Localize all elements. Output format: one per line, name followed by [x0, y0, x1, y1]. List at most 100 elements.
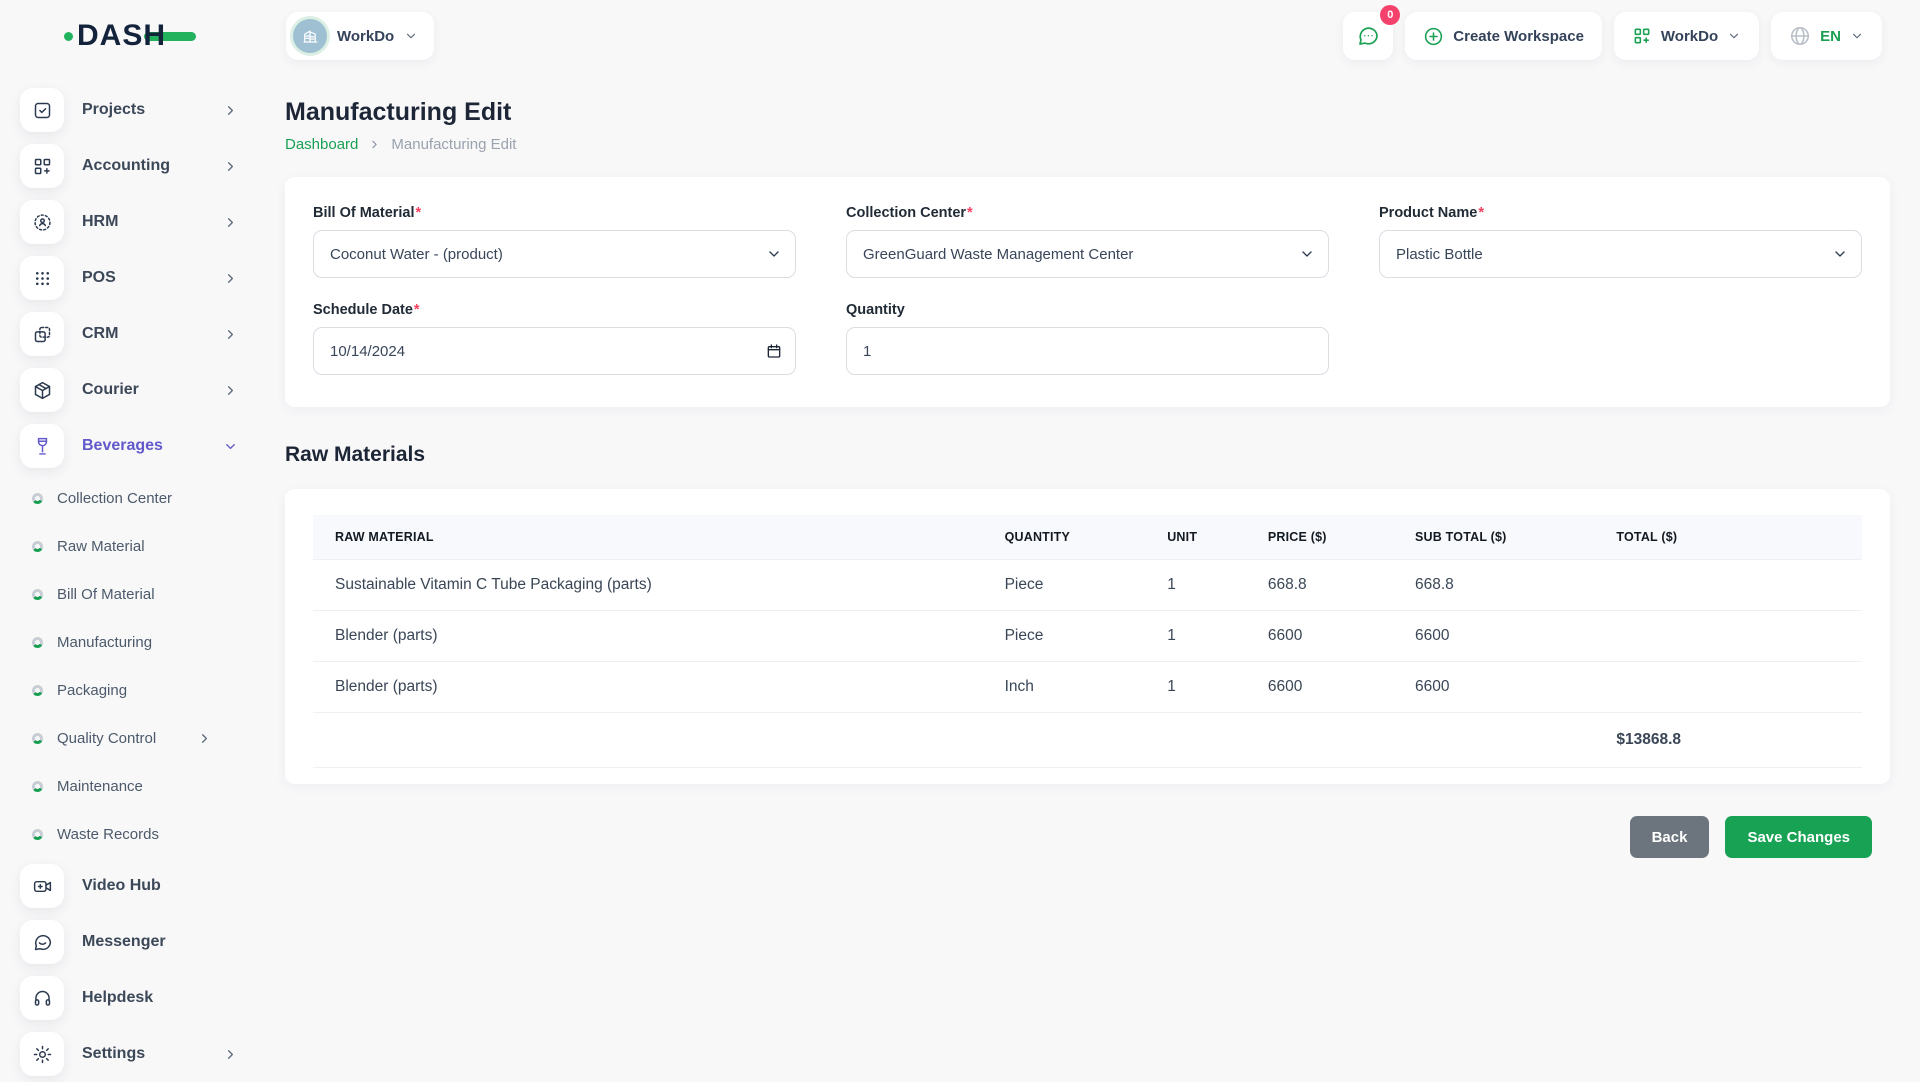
page-title: Manufacturing Edit [285, 98, 1890, 127]
product-name-select[interactable]: Plastic Bottle [1379, 230, 1862, 278]
submenu-item-packaging[interactable]: Packaging [20, 666, 238, 714]
submenu-item-collection-center[interactable]: Collection Center [20, 474, 238, 522]
language-code: EN [1820, 28, 1841, 45]
sidebar-item-helpdesk[interactable]: Helpdesk [20, 970, 238, 1026]
grand-total-value: $13868.8 [1606, 713, 1862, 768]
chevron-right-icon [223, 159, 238, 174]
sidebar-item-beverages[interactable]: Beverages [20, 418, 238, 474]
workspace-switcher[interactable]: WorkDo [286, 12, 434, 60]
cell-raw-material: Blender (parts) [313, 611, 995, 662]
column-header-sub-total: SUB TOTAL ($) [1405, 515, 1606, 560]
sidebar-item-video-hub[interactable]: Video Hub [20, 858, 238, 914]
chevron-down-icon [1727, 29, 1741, 43]
submenu-item-label: Quality Control [57, 730, 183, 747]
sidebar-item-courier[interactable]: Courier [20, 362, 238, 418]
cell-total [1606, 611, 1862, 662]
chevron-right-icon [223, 383, 238, 398]
sidebar-item-accounting[interactable]: Accounting [20, 138, 238, 194]
sidebar-item-label: Beverages [82, 437, 205, 455]
collection-center-label: Collection Center* [846, 205, 1329, 221]
chevron-right-icon [223, 271, 238, 286]
cell-total [1606, 662, 1862, 713]
cell-unit: 1 [1157, 611, 1258, 662]
sidebar-item-label: Video Hub [82, 877, 238, 895]
breadcrumb-dashboard-link[interactable]: Dashboard [285, 136, 358, 153]
messenger-chat-icon [20, 920, 64, 964]
beverages-submenu: Collection Center Raw Material Bill Of M… [20, 474, 238, 858]
sidebar-item-label: Accounting [82, 157, 205, 175]
submenu-item-label: Waste Records [57, 826, 238, 843]
sidebar-item-label: HRM [82, 213, 205, 231]
schedule-date-input[interactable] [313, 327, 796, 375]
sidebar-item-crm[interactable]: CRM [20, 306, 238, 362]
cell-raw-material: Blender (parts) [313, 662, 995, 713]
cell-sub-total: 668.8 [1405, 560, 1606, 611]
logo-text: DASH [77, 19, 166, 53]
submenu-item-waste-records[interactable]: Waste Records [20, 810, 238, 858]
sidebar-item-pos[interactable]: POS [20, 250, 238, 306]
video-camera-icon [20, 864, 64, 908]
submenu-bullet-icon [32, 541, 43, 552]
submenu-item-quality-control[interactable]: Quality Control [20, 714, 238, 762]
column-header-raw-material: RAW MATERIAL [313, 515, 995, 560]
sidebar-item-messenger[interactable]: Messenger [20, 914, 238, 970]
workdo-menu-label: WorkDo [1661, 28, 1718, 45]
submenu-bullet-icon [32, 733, 43, 744]
accounting-grid-plus-icon [20, 144, 64, 188]
cell-sub-total: 6600 [1405, 611, 1606, 662]
workdo-menu-button[interactable]: WorkDo [1614, 12, 1759, 60]
building-icon [301, 27, 319, 45]
table-row: Blender (parts) Piece 1 6600 6600 [313, 611, 1862, 662]
gear-icon [20, 1032, 64, 1076]
bill-of-material-select[interactable]: Coconut Water - (product) [313, 230, 796, 278]
submenu-item-bill-of-material[interactable]: Bill Of Material [20, 570, 238, 618]
cell-sub-total: 6600 [1405, 662, 1606, 713]
crm-layers-icon [20, 312, 64, 356]
back-button[interactable]: Back [1630, 816, 1710, 858]
quantity-input[interactable] [846, 327, 1329, 375]
create-workspace-label: Create Workspace [1453, 28, 1584, 45]
raw-materials-card: RAW MATERIAL QUANTITY UNIT PRICE ($) SUB… [285, 489, 1890, 784]
sidebar-item-settings[interactable]: Settings [20, 1026, 238, 1082]
sidebar-item-label: Messenger [82, 933, 238, 951]
create-workspace-button[interactable]: Create Workspace [1405, 12, 1602, 60]
sidebar: Projects Accounting HRM POS [0, 72, 256, 1080]
submenu-item-label: Manufacturing [57, 634, 238, 651]
table-row: Sustainable Vitamin C Tube Packaging (pa… [313, 560, 1862, 611]
collection-center-select[interactable]: GreenGuard Waste Management Center [846, 230, 1329, 278]
chevron-down-icon [404, 29, 418, 43]
quantity-field: Quantity [846, 302, 1329, 375]
sidebar-item-label: Settings [82, 1045, 205, 1063]
submenu-item-maintenance[interactable]: Maintenance [20, 762, 238, 810]
logo-dot [64, 32, 73, 41]
cell-price: 6600 [1258, 662, 1405, 713]
main-content: Manufacturing Edit Dashboard Manufacturi… [256, 72, 1920, 1080]
cell-quantity: Piece [995, 611, 1158, 662]
messages-button[interactable]: 0 [1343, 12, 1393, 60]
sidebar-item-label: CRM [82, 325, 205, 343]
language-selector[interactable]: EN [1771, 12, 1882, 60]
sidebar-item-hrm[interactable]: HRM [20, 194, 238, 250]
submenu-item-raw-material[interactable]: Raw Material [20, 522, 238, 570]
grand-total-row: $13868.8 [313, 713, 1862, 768]
submenu-item-manufacturing[interactable]: Manufacturing [20, 618, 238, 666]
schedule-date-label: Schedule Date* [313, 302, 796, 318]
submenu-item-label: Bill Of Material [57, 586, 238, 603]
chat-bubble-icon [1356, 24, 1380, 48]
chevron-down-icon [1850, 29, 1864, 43]
submenu-item-label: Collection Center [57, 490, 238, 507]
workspace-label: WorkDo [337, 28, 394, 45]
cell-total [1606, 560, 1862, 611]
required-asterisk: * [1478, 205, 1484, 221]
sidebar-item-projects[interactable]: Projects [20, 82, 238, 138]
raw-materials-heading: Raw Materials [285, 443, 1890, 467]
submenu-bullet-icon [32, 685, 43, 696]
schedule-date-field: Schedule Date* [313, 302, 796, 375]
submenu-bullet-icon [32, 829, 43, 840]
raw-materials-table: RAW MATERIAL QUANTITY UNIT PRICE ($) SUB… [313, 515, 1862, 768]
save-changes-button[interactable]: Save Changes [1725, 816, 1872, 858]
messages-badge: 0 [1380, 5, 1400, 25]
cell-unit: 1 [1157, 662, 1258, 713]
chevron-right-icon [368, 138, 381, 151]
required-asterisk: * [414, 302, 420, 318]
